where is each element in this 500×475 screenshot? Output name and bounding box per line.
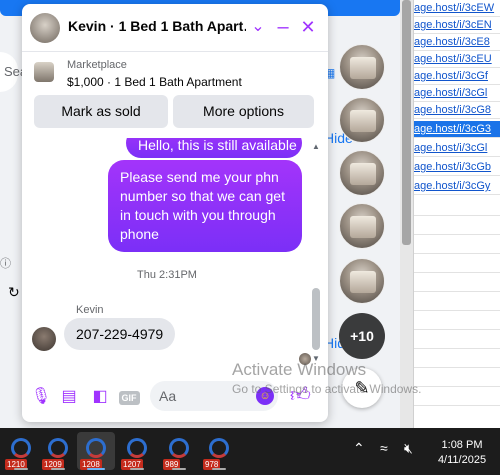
chat-head[interactable] (339, 258, 385, 304)
chat-header: Kevin · 1 Bed 1 Bath Apart… ⌄ – ✕ (22, 4, 328, 52)
chat-scroll-thumb[interactable] (312, 288, 320, 350)
running-indicator (172, 468, 186, 470)
sheet-link[interactable]: age.host/i/3cGf (414, 68, 500, 85)
sheet-gridline (414, 405, 500, 406)
sheet-link[interactable]: age.host/i/3cGy (414, 178, 500, 195)
listing-thumbnail (34, 62, 54, 82)
listing-title: $1,000 · 1 Bed 1 Bath Apartment (67, 75, 242, 89)
refresh-icon[interactable]: ↻ (8, 284, 20, 301)
chat-head-photo (350, 57, 376, 79)
chat-head[interactable] (339, 150, 385, 196)
chat-head-photo (350, 163, 376, 185)
sheet-gridline (414, 329, 500, 330)
sheet-link[interactable]: age.host/i/3cGl (414, 140, 500, 157)
message-bubble-outgoing: Please send me your phn number so that w… (108, 160, 302, 252)
volume-icon[interactable]: 🔇︎ (404, 440, 413, 457)
chat-head[interactable] (339, 44, 385, 90)
chat-head-photo (350, 216, 376, 238)
scroll-down-arrow[interactable]: ▼ (312, 354, 320, 363)
sheet-gridline (414, 291, 500, 292)
clock-date: 4/11/2025 (437, 454, 487, 466)
clock-time: 1:08 PM (441, 439, 483, 451)
taskbar-app[interactable]: 1209 (39, 432, 77, 470)
taskbar-app[interactable]: 1210 (2, 432, 40, 470)
taskbar-app[interactable]: 978 (200, 432, 238, 470)
sheet-scrollbar[interactable] (400, 0, 413, 428)
system-clock[interactable]: 1:08 PM 4/11/2025 (432, 438, 492, 468)
taskbar-app[interactable]: 989 (160, 432, 198, 470)
conversation-title[interactable]: Kevin · 1 Bed 1 Bath Apart… (68, 18, 246, 34)
message-timestamp: Thu 2:31PM (137, 269, 197, 281)
sender-name: Kevin (76, 304, 104, 316)
minimize-icon[interactable]: – (273, 16, 293, 38)
running-indicator (14, 468, 28, 470)
background-search[interactable]: Sea (0, 52, 27, 92)
more-options-button[interactable]: More options (173, 95, 314, 128)
app-logo-icon (48, 438, 68, 458)
sheet-gridline (414, 310, 500, 311)
sheet-link-selected[interactable]: age.host/i/3cG3 (414, 121, 500, 138)
sheet-link[interactable]: age.host/i/3cE8 (414, 34, 500, 51)
running-indicator (130, 468, 144, 470)
taskbar-app[interactable]: 1207 (118, 432, 156, 470)
sheet-link[interactable]: age.host/i/3cEW (414, 0, 500, 17)
sheet-link[interactable]: age.host/i/3cG8 (414, 102, 500, 119)
sheet-link[interactable]: age.host/i/3cEU (414, 51, 500, 68)
chat-scrollbar[interactable]: ▲ ▼ (310, 138, 322, 368)
sheet-link[interactable]: age.host/i/3cGb (414, 159, 500, 176)
avatar[interactable] (30, 13, 60, 43)
taskbar: 1210 1209 1208 1207 989 978 ⌃ ≈ 🔇︎ 1:08 … (0, 428, 500, 475)
app-logo-icon (86, 438, 106, 458)
gif-icon[interactable]: GIF (118, 384, 140, 410)
gif-label: GIF (118, 391, 140, 405)
chat-head[interactable] (339, 203, 385, 249)
close-icon[interactable]: ✕ (298, 16, 318, 38)
image-icon[interactable]: ▤ (58, 384, 80, 410)
scroll-up-arrow[interactable]: ▲ (312, 142, 320, 151)
taskbar-app-active[interactable]: 1208 (77, 432, 115, 470)
sheet-gridline (414, 386, 500, 387)
sheet-gridline (414, 348, 500, 349)
running-indicator (212, 468, 226, 470)
message-list: Hello, this is still available Please se… (22, 138, 328, 368)
sheet-gridline (414, 253, 500, 254)
running-indicator (51, 468, 65, 470)
microphone-icon[interactable]: 🎙︎ (30, 384, 52, 410)
app-logo-icon (209, 438, 229, 458)
info-icon: ⓘ (0, 258, 11, 270)
app-logo-icon (127, 438, 147, 458)
chevron-up-icon[interactable]: ⌃ (353, 440, 365, 457)
message-bubble-incoming: 207-229-4979 (64, 318, 176, 350)
app-logo-icon (169, 438, 189, 458)
sheet-link[interactable]: age.host/i/3cEN (414, 17, 500, 34)
more-chats-button[interactable]: +10 (339, 313, 385, 359)
listing-source-label: Marketplace (67, 59, 127, 71)
chat-head[interactable] (339, 97, 385, 143)
sheet-gridline (414, 234, 500, 235)
chat-head-photo (350, 271, 376, 293)
wifi-icon[interactable]: ≈ (380, 440, 388, 456)
avatar (32, 327, 56, 351)
sheet-gridline (414, 215, 500, 216)
chevron-down-icon[interactable]: ⌄ (248, 16, 268, 38)
message-composer: 🎙︎ ▤ ◧ GIF ☺ 👍︎ (22, 376, 328, 422)
sheet-link[interactable]: age.host/i/3cGl (414, 85, 500, 102)
sheet-gridline (414, 272, 500, 273)
thumbs-up-icon[interactable]: 👍︎ (290, 383, 311, 407)
message-bubble-outgoing: Hello, this is still available (126, 138, 302, 158)
emoji-icon[interactable]: ☺ (256, 387, 274, 405)
sheet-scroll-thumb[interactable] (402, 0, 411, 245)
sticker-icon[interactable]: ◧ (89, 384, 111, 410)
chat-window: Kevin · 1 Bed 1 Bath Apart… ⌄ – ✕ Market… (22, 4, 328, 422)
mark-as-sold-button[interactable]: Mark as sold (34, 95, 168, 128)
app-logo-icon (11, 438, 31, 458)
compose-icon[interactable]: ✎ (342, 368, 382, 408)
running-indicator (87, 468, 105, 470)
chat-head-photo (350, 110, 376, 132)
sheet-gridline (414, 367, 500, 368)
